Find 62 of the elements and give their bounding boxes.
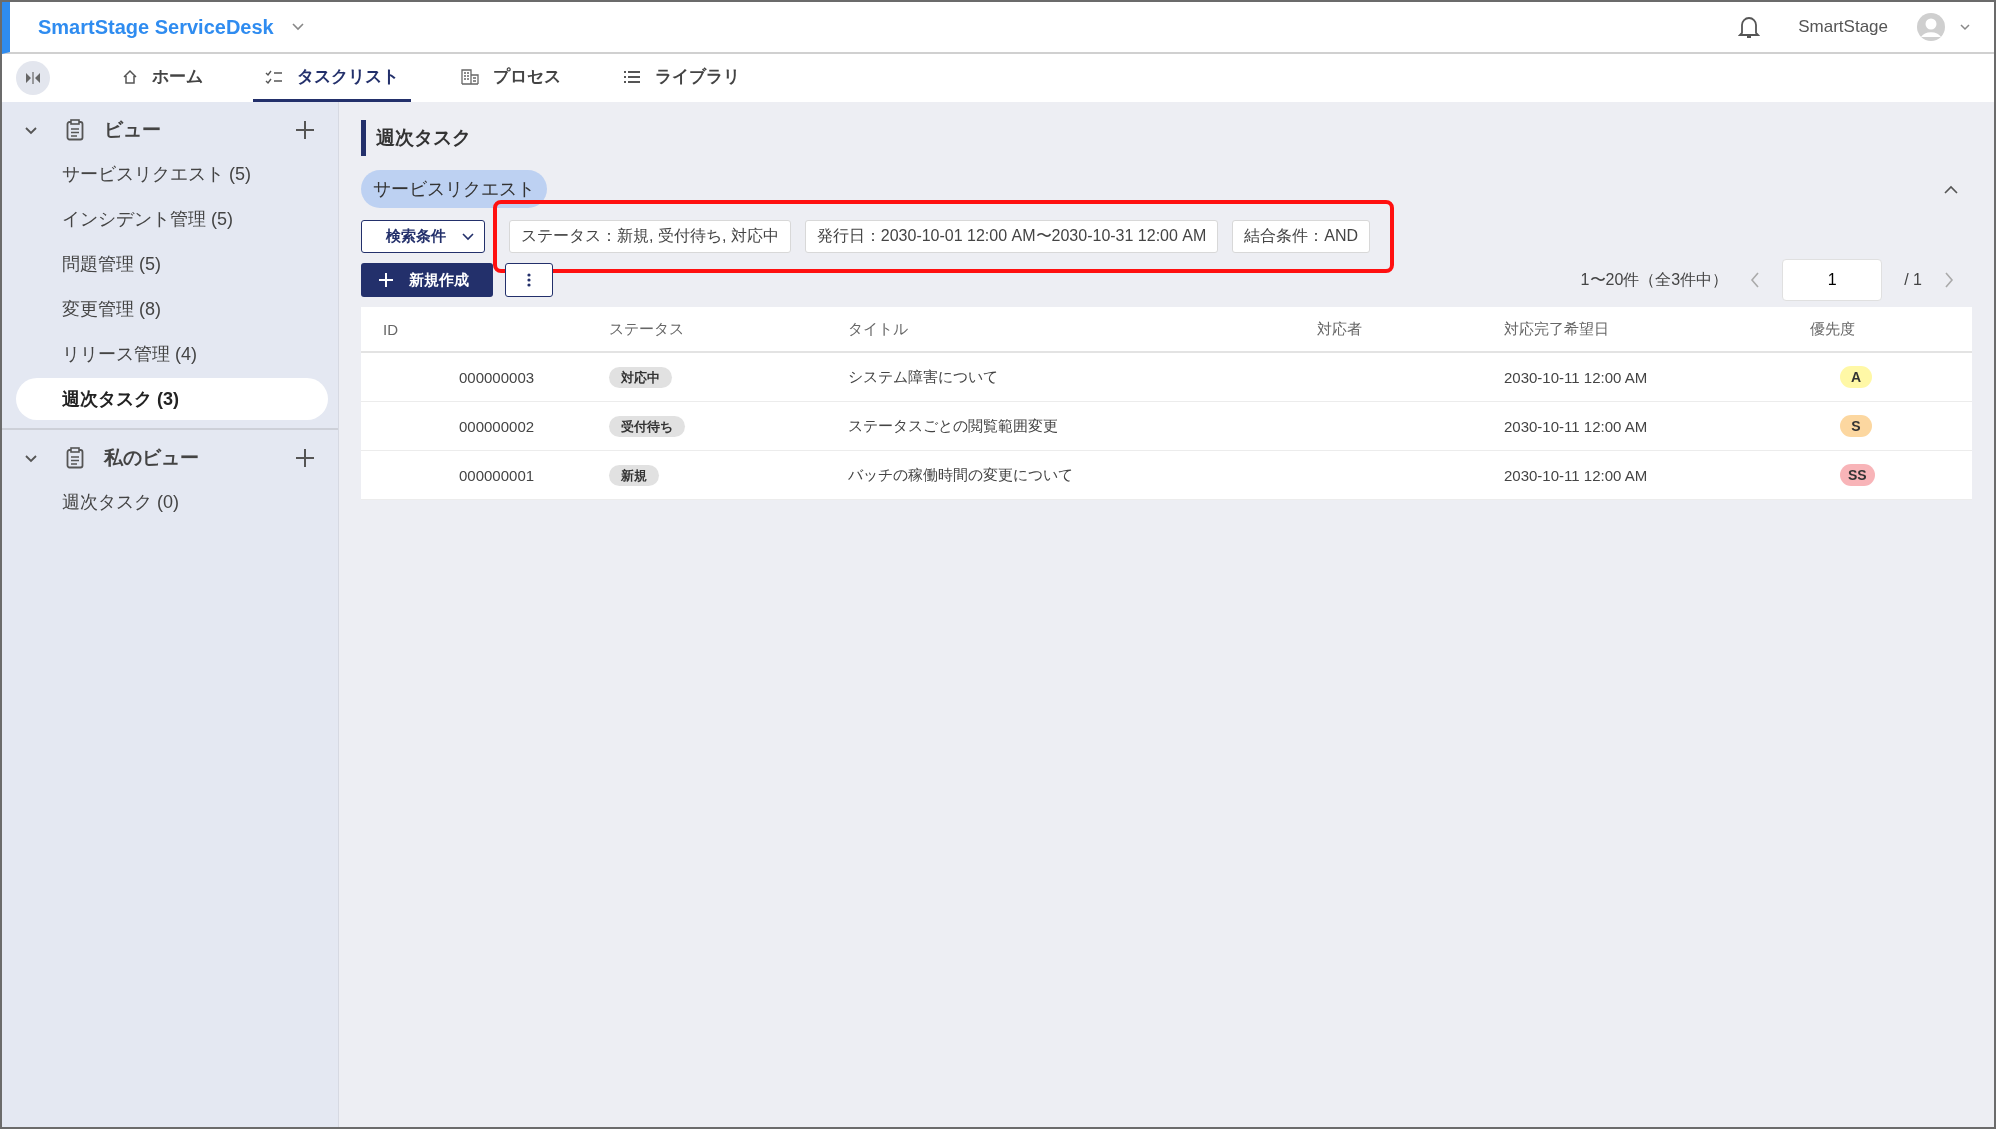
due-date-cell-text: 2030-10-11 12:00 AM bbox=[1504, 466, 1649, 484]
title-cell[interactable]: バッチの稼働時間の変更について bbox=[848, 465, 1317, 485]
caret-icon[interactable] bbox=[291, 23, 304, 31]
bell-icon[interactable] bbox=[1738, 14, 1761, 40]
sidebar-item[interactable]: 問題管理 (5) bbox=[16, 243, 328, 285]
title-cell[interactable]: システム障害について bbox=[848, 367, 1317, 387]
nav-tab[interactable]: ライブラリ bbox=[611, 54, 752, 102]
page-title: 週次タスク bbox=[376, 126, 471, 150]
column-header[interactable]: 優先度 bbox=[1810, 319, 1972, 339]
page-total: / 1 bbox=[1904, 271, 1922, 289]
id-cell-text: 000000003 bbox=[458, 368, 536, 386]
id-cell-text: 000000001 bbox=[458, 466, 536, 484]
status-tag: 対応中 bbox=[609, 366, 672, 388]
section-title[interactable]: 私のビュー bbox=[104, 445, 199, 471]
due-date-cell-text: 2030-10-11 12:00 AM bbox=[1504, 368, 1649, 386]
chevron-up-icon[interactable] bbox=[1944, 184, 1958, 194]
column-header[interactable]: 対応者 bbox=[1317, 319, 1504, 339]
nav-tab[interactable]: プロセス bbox=[449, 54, 573, 102]
search-conditions-button[interactable]: 検索条件 bbox=[361, 220, 485, 253]
add-icon[interactable] bbox=[296, 121, 314, 139]
more-options-button[interactable] bbox=[505, 263, 553, 297]
section-title[interactable]: ビュー bbox=[104, 117, 161, 143]
sidebar-item[interactable]: リリース管理 (4) bbox=[16, 333, 328, 375]
checklist-icon bbox=[265, 68, 283, 85]
plus-icon bbox=[379, 273, 393, 287]
sidebar-item[interactable]: インシデント管理 (5) bbox=[16, 198, 328, 240]
kebab-icon bbox=[527, 273, 531, 287]
column-header[interactable]: ID bbox=[383, 320, 609, 338]
filter-chip: 発行日：2030-10-01 12:00 AM〜2030-10-31 12:00 AM bbox=[804, 220, 1219, 253]
collapse-sidebar-button[interactable] bbox=[16, 61, 50, 95]
priority-tag: SS bbox=[1840, 464, 1875, 486]
collapse-icon bbox=[25, 72, 41, 84]
home-icon bbox=[122, 68, 138, 85]
building-icon bbox=[461, 68, 479, 85]
result-range: 1〜20件（全3件中） bbox=[1580, 269, 1729, 290]
title-cell[interactable]: ステータスごとの閲覧範囲変更 bbox=[848, 416, 1317, 436]
sidebar-item[interactable]: 週次タスク (3) bbox=[16, 378, 328, 420]
caret-icon[interactable] bbox=[1960, 23, 1970, 31]
clipboard-icon bbox=[66, 119, 84, 141]
status-tag: 新規 bbox=[609, 464, 659, 486]
clipboard-icon bbox=[66, 447, 84, 469]
status-tag: 受付待ち bbox=[609, 415, 685, 437]
page-number-field[interactable]: 1 bbox=[1782, 259, 1883, 301]
filter-chip: ステータス：新規, 受付待ち, 対応中 bbox=[509, 220, 791, 253]
priority-tag: S bbox=[1840, 415, 1872, 437]
category-chip: サービスリクエスト bbox=[361, 170, 547, 208]
sidebar-item[interactable]: 週次タスク (0) bbox=[16, 481, 328, 523]
new-button[interactable]: 新規作成 bbox=[361, 263, 493, 297]
add-icon[interactable] bbox=[296, 449, 314, 467]
id-cell-text: 000000002 bbox=[458, 417, 536, 435]
due-date-cell-text: 2030-10-11 12:00 AM bbox=[1504, 417, 1649, 435]
nav-tab[interactable]: ホーム bbox=[110, 54, 215, 102]
sidebar-item[interactable]: 変更管理 (8) bbox=[16, 288, 328, 330]
sidebar-item[interactable]: サービスリクエスト (5) bbox=[16, 153, 328, 195]
list-icon bbox=[623, 69, 641, 84]
priority-tag: A bbox=[1840, 366, 1872, 388]
caret-icon bbox=[462, 232, 474, 241]
column-header[interactable]: ステータス bbox=[609, 319, 848, 339]
filter-chip: 結合条件：AND bbox=[1232, 220, 1371, 253]
column-header[interactable]: タイトル bbox=[848, 319, 1317, 339]
user-name[interactable]: SmartStage bbox=[1798, 17, 1888, 37]
column-header[interactable]: 対応完了希望日 bbox=[1504, 319, 1810, 339]
